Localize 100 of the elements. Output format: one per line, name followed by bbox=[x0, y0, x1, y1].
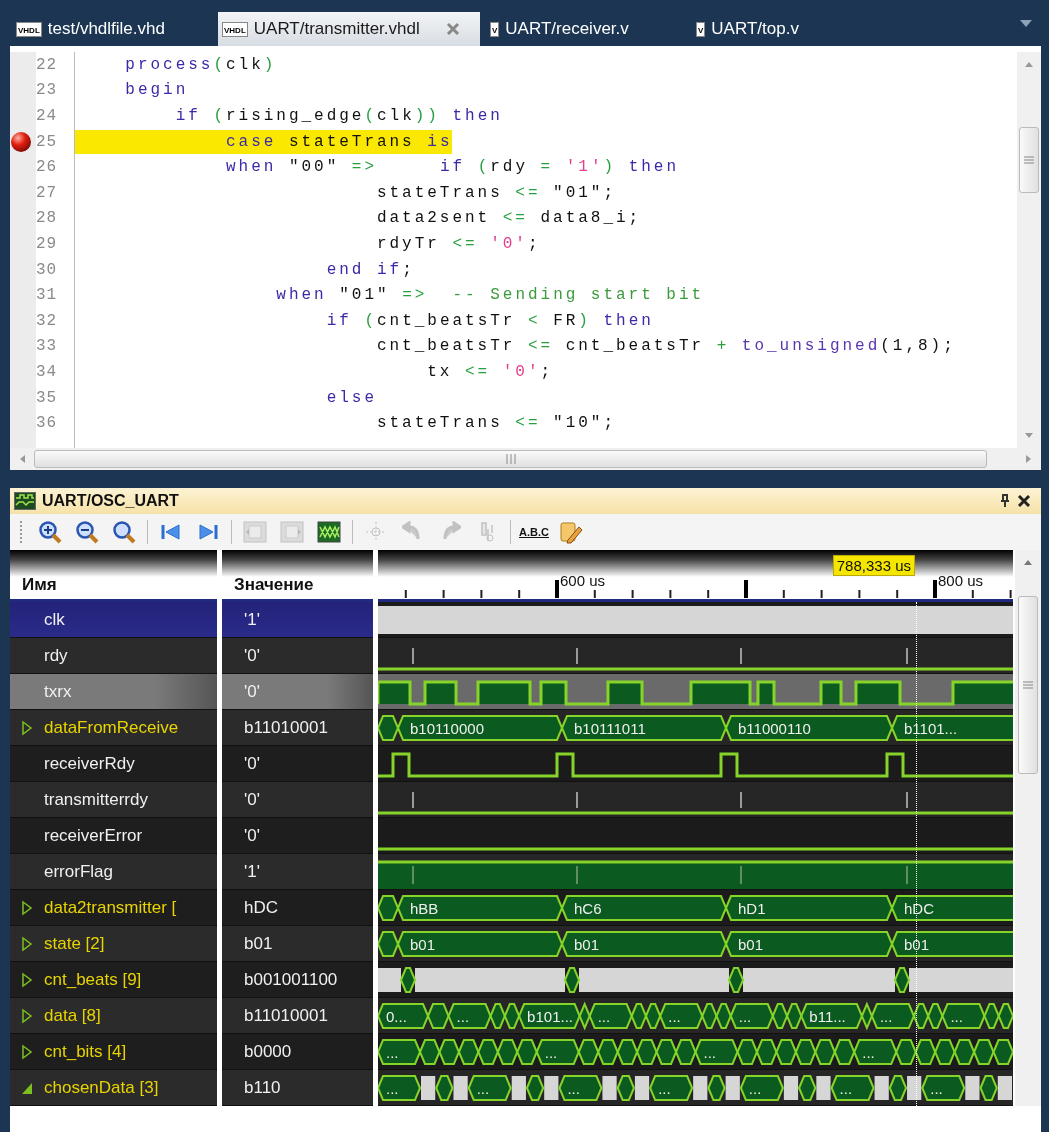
bus-value: b11000110 bbox=[738, 720, 811, 737]
signal-value: b110 bbox=[222, 1070, 373, 1106]
bus-value: ... bbox=[386, 1044, 399, 1061]
expand-icon[interactable] bbox=[21, 971, 33, 988]
scrollbar[interactable] bbox=[1017, 52, 1041, 448]
signal-value: '1' bbox=[222, 602, 373, 638]
expand-icon[interactable] bbox=[21, 899, 33, 916]
signal-name[interactable]: receiverRdy bbox=[10, 746, 217, 782]
editor-tab[interactable]: V UART/top.v bbox=[692, 12, 892, 46]
expand-icon[interactable] bbox=[21, 719, 33, 736]
toolbar-button[interactable]: A.B.C bbox=[517, 517, 551, 547]
bus-value: ... bbox=[703, 1044, 716, 1061]
bus-value: ... bbox=[597, 1008, 611, 1025]
signal-name[interactable]: chosenData [3] bbox=[10, 1070, 217, 1106]
expand-icon[interactable] bbox=[21, 1043, 33, 1060]
ruler-label: 800 us bbox=[938, 572, 984, 589]
signal-name[interactable]: data [8] bbox=[10, 998, 217, 1034]
bus-value: hD1 bbox=[738, 900, 766, 917]
signal-value: hDC bbox=[222, 890, 373, 926]
bus-value: b10111011 bbox=[574, 720, 646, 737]
editor-tab[interactable]: VHDL test/vhdlfile.vhd bbox=[12, 12, 212, 46]
line-number: 28 bbox=[36, 209, 58, 228]
bus-value: b01 bbox=[574, 936, 600, 953]
frame-icon bbox=[280, 521, 304, 543]
bus-value: ... bbox=[544, 1044, 558, 1061]
bus-value: b01 bbox=[904, 936, 930, 953]
editor-tab[interactable]: VHDL UART/transmitter.vhdl bbox=[218, 12, 480, 46]
signal-value: b01 bbox=[222, 926, 373, 962]
pin-icon[interactable] bbox=[999, 494, 1011, 508]
bus-value: b11... bbox=[809, 1008, 846, 1025]
bus-value: b10110000 bbox=[410, 720, 484, 737]
bus-value: ... bbox=[738, 1008, 752, 1025]
signal-name[interactable]: cnt_beats [9] bbox=[10, 962, 217, 998]
signal-value: b0000 bbox=[222, 1034, 373, 1070]
grip-icon bbox=[504, 454, 517, 464]
signal-name[interactable]: transmitterrdy bbox=[10, 782, 217, 818]
code-line: stateTrans <= "10"; bbox=[375, 413, 617, 435]
scrollbar[interactable] bbox=[1015, 550, 1041, 1106]
code-line: if (rising_edge(clk)) then bbox=[174, 106, 503, 127]
line-number: 26 bbox=[36, 158, 58, 177]
signal-name[interactable]: data2transmitter [ bbox=[10, 890, 217, 926]
panel-title: UART/OSC_UART bbox=[42, 492, 179, 510]
line-number: 24 bbox=[36, 107, 58, 125]
waveform-icon bbox=[317, 521, 341, 543]
scroll-thumb[interactable] bbox=[1019, 127, 1039, 193]
waveform-icon bbox=[14, 492, 36, 510]
signal-name[interactable]: rdy bbox=[10, 638, 217, 674]
scrollbar[interactable] bbox=[10, 448, 1041, 470]
signal-name[interactable]: receiverError bbox=[10, 818, 217, 854]
signal-name[interactable]: errorFlag bbox=[10, 854, 217, 890]
bus-value: b01 bbox=[738, 936, 764, 953]
signal-value: '0' bbox=[222, 818, 373, 854]
signal-value: b001001100 bbox=[222, 962, 373, 998]
bus-value: ... bbox=[930, 1080, 943, 1097]
file-type-icon: VHDL bbox=[222, 21, 248, 37]
code-line: process(clk) bbox=[124, 54, 277, 76]
skip-end-icon bbox=[197, 523, 219, 541]
bus-value: ... bbox=[950, 1008, 963, 1025]
line-number: 23 bbox=[36, 81, 58, 100]
ruler-label: 600 us bbox=[560, 572, 606, 589]
scroll-thumb[interactable] bbox=[34, 450, 987, 468]
bus-value: b1101... bbox=[904, 720, 958, 737]
scroll-down-icon[interactable] bbox=[1024, 432, 1034, 440]
bus-value: ... bbox=[668, 1008, 681, 1025]
line-number: 36 bbox=[36, 414, 58, 433]
dropdown-icon[interactable] bbox=[1019, 18, 1033, 28]
signal-name[interactable]: dataFromReceive bbox=[10, 710, 217, 746]
breakpoint-icon[interactable] bbox=[10, 130, 32, 153]
editor-tab[interactable]: V UART/receiver.v bbox=[486, 12, 686, 46]
column-header[interactable]: Значение bbox=[222, 550, 373, 602]
line-number: 30 bbox=[36, 260, 58, 279]
bus-value: ... bbox=[476, 1080, 490, 1097]
file-type-icon: V bbox=[696, 21, 706, 37]
signal-name[interactable]: clk bbox=[10, 602, 217, 638]
scroll-right-icon[interactable] bbox=[1025, 454, 1033, 464]
line-number: 32 bbox=[36, 311, 58, 330]
bus-value: ... bbox=[567, 1080, 580, 1097]
scroll-thumb[interactable] bbox=[1018, 596, 1038, 774]
code-line: stateTrans <= "01"; bbox=[375, 182, 617, 204]
bus-value: hBB bbox=[410, 900, 439, 917]
bus-value: ... bbox=[862, 1044, 875, 1061]
code-line: end if; bbox=[325, 259, 415, 281]
scroll-up-icon[interactable] bbox=[1024, 60, 1034, 68]
expand-icon[interactable] bbox=[21, 935, 33, 952]
bus-value: hC6 bbox=[574, 900, 602, 917]
line-number: 33 bbox=[36, 337, 58, 356]
cursor-line[interactable] bbox=[916, 602, 917, 1106]
signal-name[interactable]: cnt_bits [4] bbox=[10, 1034, 217, 1070]
scroll-up-icon[interactable] bbox=[1023, 558, 1033, 566]
skip-start-icon bbox=[160, 523, 182, 541]
line-number: 31 bbox=[36, 286, 58, 305]
zoom-out-icon bbox=[75, 520, 99, 544]
signal-name[interactable]: txrx bbox=[10, 674, 217, 710]
search-icon bbox=[112, 520, 136, 544]
expand-icon[interactable] bbox=[21, 1007, 33, 1024]
line-number: 27 bbox=[36, 183, 58, 202]
scroll-left-icon[interactable] bbox=[18, 454, 26, 464]
signal-name[interactable]: state [2] bbox=[10, 926, 217, 962]
close-icon[interactable] bbox=[1017, 494, 1031, 508]
column-header[interactable]: Имя bbox=[10, 550, 217, 602]
